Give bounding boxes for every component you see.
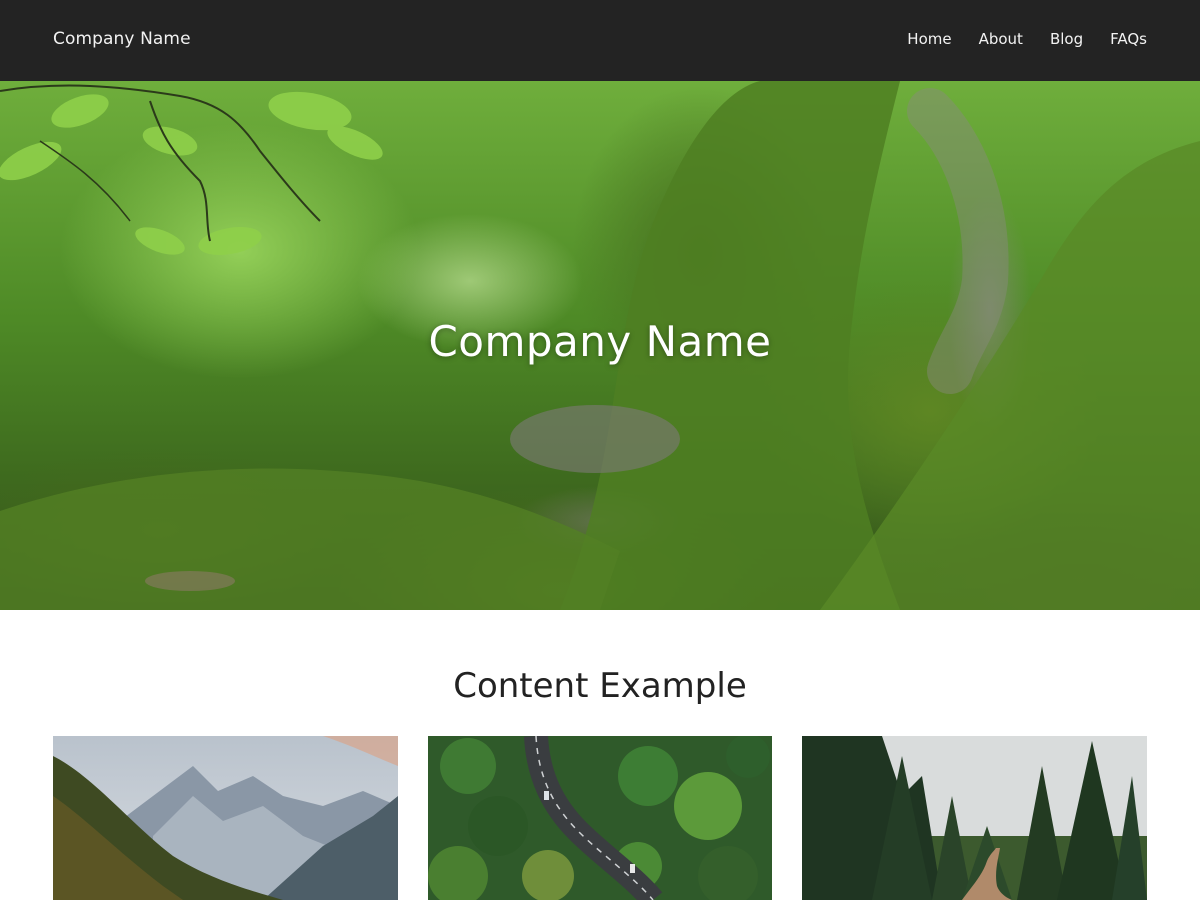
- hero-banner: Company Name: [0, 81, 1200, 610]
- nav-link-faqs[interactable]: FAQs: [1110, 30, 1147, 48]
- nav-link-home[interactable]: Home: [907, 30, 951, 48]
- nav-link-blog[interactable]: Blog: [1050, 30, 1083, 48]
- nav-link-about[interactable]: About: [979, 30, 1023, 48]
- hero-title: Company Name: [428, 317, 772, 366]
- section-title: Content Example: [453, 666, 747, 706]
- card-image-aerial-road[interactable]: [428, 736, 772, 900]
- brand-link[interactable]: Company Name: [53, 29, 191, 49]
- top-navbar: Company Name Home About Blog FAQs: [0, 0, 1200, 81]
- card-image-mountains[interactable]: [53, 736, 398, 900]
- card-image-forest-path[interactable]: [802, 736, 1147, 900]
- main-nav: Home About Blog FAQs: [880, 30, 1147, 48]
